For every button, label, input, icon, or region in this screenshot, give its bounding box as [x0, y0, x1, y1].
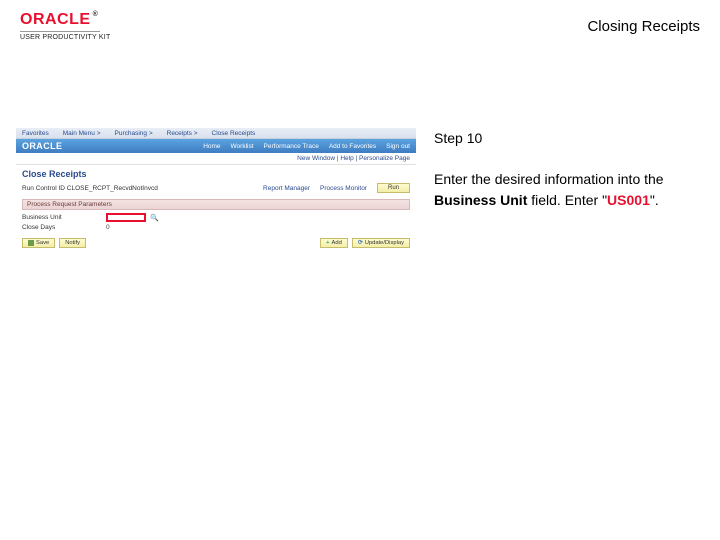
- logo-underline: [20, 31, 100, 32]
- nav-item[interactable]: Close Receipts: [212, 130, 256, 137]
- form-action-bar: Save Notify +Add ⟳Update/Display: [16, 232, 416, 248]
- app-header-bar: ORACLE Home Worklist Performance Trace A…: [16, 139, 416, 153]
- add-button[interactable]: +Add: [320, 238, 348, 248]
- instruction-mid: field. Enter ": [527, 192, 607, 208]
- app-screenshot: Favorites Main Menu > Purchasing > Recei…: [16, 128, 416, 258]
- oracle-logo-small: ORACLE: [22, 141, 62, 151]
- plus-icon: +: [326, 239, 329, 247]
- top-link[interactable]: Home: [203, 143, 220, 150]
- top-link[interactable]: Add to Favorites: [329, 143, 376, 150]
- window-helpers[interactable]: New Window | Help | Personalize Page: [16, 153, 416, 165]
- instruction-tail: ".: [650, 192, 659, 208]
- form-title: Close Receipts: [16, 165, 416, 181]
- notify-button[interactable]: Notify: [59, 238, 86, 248]
- close-days-label: Close Days: [22, 224, 102, 231]
- product-name: USER PRODUCTIVITY KIT: [20, 34, 110, 41]
- save-button-label: Save: [36, 239, 49, 247]
- update-button-label: Update/Display: [365, 239, 404, 247]
- trademark-symbol: ®: [93, 11, 99, 18]
- instruction-text: Enter the desired information into the B…: [434, 169, 700, 211]
- report-manager-link[interactable]: Report Manager: [263, 185, 310, 192]
- save-button[interactable]: Save: [22, 238, 55, 248]
- notify-button-label: Notify: [65, 239, 80, 247]
- nav-item[interactable]: Purchasing >: [115, 130, 153, 137]
- section-header: Process Request Parameters: [22, 199, 410, 210]
- top-links: Home Worklist Performance Trace Add to F…: [203, 143, 410, 150]
- save-icon: [28, 240, 34, 246]
- top-link[interactable]: Worklist: [231, 143, 254, 150]
- oracle-logo-block: ORACLE ® USER PRODUCTIVITY KIT: [20, 12, 110, 41]
- run-control-line: Run Control ID CLOSE_RCPT_RecvdNotInvcd …: [16, 181, 416, 195]
- breadcrumb-nav: Favorites Main Menu > Purchasing > Recei…: [16, 128, 416, 139]
- step-label: Step 10: [434, 128, 700, 149]
- business-unit-input-highlight[interactable]: [106, 213, 146, 222]
- refresh-icon: ⟳: [358, 239, 363, 247]
- lookup-icon[interactable]: 🔍: [150, 213, 159, 222]
- process-monitor-link[interactable]: Process Monitor: [320, 185, 367, 192]
- instruction-value: US001: [607, 192, 650, 208]
- instruction-panel: Step 10 Enter the desired information in…: [434, 128, 700, 211]
- run-button[interactable]: Run: [377, 183, 410, 193]
- top-link[interactable]: Sign out: [386, 143, 410, 150]
- close-days-value: 0: [106, 224, 110, 231]
- close-days-row: Close Days 0: [16, 223, 416, 232]
- page-title: Closing Receipts: [587, 18, 700, 35]
- nav-item[interactable]: Main Menu >: [63, 130, 101, 137]
- top-link[interactable]: Performance Trace: [264, 143, 319, 150]
- nav-item[interactable]: Receipts >: [167, 130, 198, 137]
- oracle-logo-text: ORACLE: [20, 12, 91, 28]
- nav-item[interactable]: Favorites: [22, 130, 49, 137]
- instruction-lead: Enter the desired information into the: [434, 171, 664, 187]
- oracle-logo: ORACLE ®: [20, 12, 110, 28]
- run-control-label: Run Control ID CLOSE_RCPT_RecvdNotInvcd: [22, 185, 158, 192]
- instruction-field-name: Business Unit: [434, 192, 527, 208]
- business-unit-row: Business Unit 🔍: [16, 212, 416, 223]
- add-button-label: Add: [332, 239, 342, 247]
- update-display-button[interactable]: ⟳Update/Display: [352, 238, 410, 248]
- business-unit-label: Business Unit: [22, 214, 102, 221]
